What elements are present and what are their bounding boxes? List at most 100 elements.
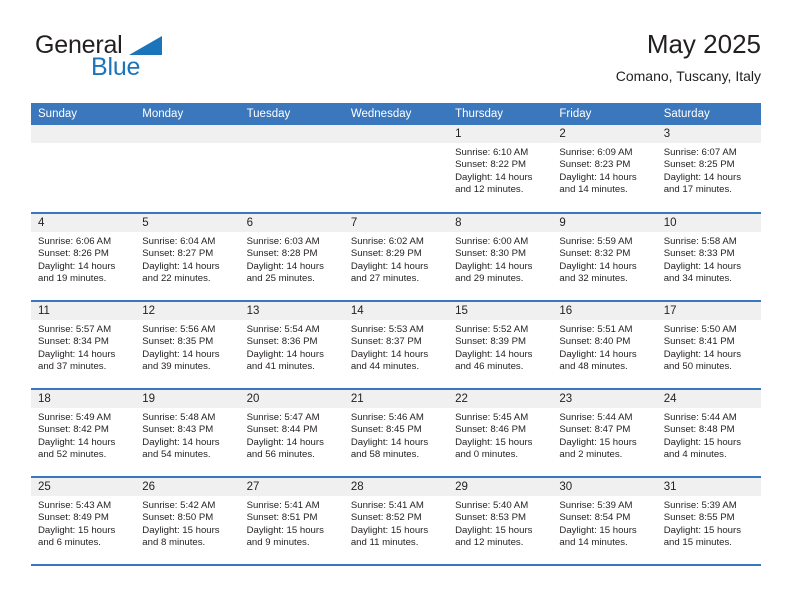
daylight-text-line1: Daylight: 14 hours — [142, 436, 220, 448]
sunset-text: Sunset: 8:32 PM — [559, 248, 631, 260]
calendar-day-cell[interactable]: 26 Sunrise: 5:42 AM Sunset: 8:50 PM Dayligh… — [135, 477, 240, 566]
calendar-cell-inner: 2 Sunrise: 6:09 AM Sunset: 8:23 PM Daylight… — [552, 125, 657, 212]
calendar-day-cell[interactable]: 11 Sunrise: 5:57 AM Sunset: 8:34 PM Dayligh… — [31, 301, 136, 390]
sunset-text: Sunset: 8:22 PM — [455, 159, 527, 171]
calendar-week-row: 25 Sunrise: 5:43 AM Sunset: 8:49 PM Dayligh… — [31, 477, 761, 566]
sunrise-text: Sunrise: 6:09 AM — [559, 147, 633, 158]
daylight-text-line2: and 6 minutes. — [38, 537, 101, 549]
calendar-day-cell[interactable]: 8 Sunrise: 6:00 AM Sunset: 8:30 PM Daylight… — [448, 213, 553, 302]
day-number: 15 — [448, 302, 553, 320]
calendar-day-cell[interactable]: 5 Sunrise: 6:04 AM Sunset: 8:27 PM Daylight… — [135, 213, 240, 302]
day-number: 7 — [343, 214, 449, 232]
sunrise-text: Sunrise: 5:42 AM — [142, 500, 216, 511]
daylight-text-line2: and 41 minutes. — [246, 361, 315, 373]
sunset-text: Sunset: 8:50 PM — [142, 512, 214, 524]
day-details: Sunrise: 5:39 AM Sunset: 8:54 PM Daylight:… — [552, 496, 656, 550]
daylight-text-line1: Daylight: 14 hours — [455, 260, 533, 272]
calendar-day-cell[interactable]: 16 Sunrise: 5:51 AM Sunset: 8:40 PM Dayligh… — [552, 301, 657, 390]
sunset-text: Sunset: 8:34 PM — [38, 336, 109, 348]
calendar-day-cell[interactable]: 31 Sunrise: 5:39 AM Sunset: 8:55 PM Dayligh… — [656, 477, 761, 566]
calendar-day-cell[interactable]: 2 Sunrise: 6:09 AM Sunset: 8:23 PM Daylight… — [552, 125, 657, 214]
day-number — [31, 125, 136, 143]
day-number: 18 — [31, 390, 136, 408]
sunset-text: Sunset: 8:30 PM — [455, 248, 527, 260]
weekday-header-thursday: Thursday — [448, 103, 553, 125]
calendar-day-cell[interactable]: 20 Sunrise: 5:47 AM Sunset: 8:44 PM Dayligh… — [239, 389, 344, 478]
calendar-day-cell[interactable]: 21 Sunrise: 5:46 AM Sunset: 8:45 PM Dayligh… — [343, 389, 449, 478]
daylight-text-line2: and 44 minutes. — [350, 361, 420, 373]
calendar-cell-inner: 4 Sunrise: 6:06 AM Sunset: 8:26 PM Daylight… — [31, 214, 136, 300]
calendar-day-cell[interactable]: 29 Sunrise: 5:40 AM Sunset: 8:53 PM Dayligh… — [448, 477, 553, 566]
sunset-text: Sunset: 8:36 PM — [246, 336, 318, 348]
calendar-day-cell[interactable]: 1 Sunrise: 6:10 AM Sunset: 8:22 PM Daylight… — [448, 125, 553, 214]
daylight-text-line2: and 11 minutes. — [350, 537, 419, 549]
calendar-cell-inner: 22 Sunrise: 5:45 AM Sunset: 8:46 PM Dayligh… — [448, 390, 553, 476]
page-header: General Blue May 2025 Comano, Tuscany, I… — [31, 28, 761, 96]
calendar-cell-inner — [239, 125, 344, 212]
day-number: 2 — [552, 125, 657, 143]
brand-logo[interactable]: General Blue — [31, 32, 271, 92]
day-details: Sunrise: 6:09 AM Sunset: 8:23 PM Daylight:… — [552, 143, 656, 197]
calendar-cell-inner: 20 Sunrise: 5:47 AM Sunset: 8:44 PM Dayligh… — [239, 390, 344, 476]
calendar-day-cell[interactable]: 13 Sunrise: 5:54 AM Sunset: 8:36 PM Dayligh… — [239, 301, 344, 390]
daylight-text-line1: Daylight: 14 hours — [142, 260, 220, 272]
day-details: Sunrise: 5:44 AM Sunset: 8:47 PM Daylight:… — [552, 408, 656, 462]
weekday-header-friday: Friday — [552, 103, 657, 125]
calendar-cell-inner: 8 Sunrise: 6:00 AM Sunset: 8:30 PM Daylight… — [448, 214, 553, 300]
sunset-text: Sunset: 8:27 PM — [142, 248, 214, 260]
day-details: Sunrise: 5:45 AM Sunset: 8:46 PM Daylight:… — [448, 408, 552, 462]
calendar-day-cell[interactable]: 27 Sunrise: 5:41 AM Sunset: 8:51 PM Dayligh… — [239, 477, 344, 566]
weekday-header-tuesday: Tuesday — [239, 103, 344, 125]
sunrise-text: Sunrise: 5:58 AM — [663, 236, 737, 247]
daylight-text-line2: and 9 minutes. — [246, 537, 310, 549]
sunrise-text: Sunrise: 5:39 AM — [663, 500, 737, 511]
day-details: Sunrise: 6:06 AM Sunset: 8:26 PM Daylight:… — [31, 232, 135, 286]
calendar-cell-inner: 15 Sunrise: 5:52 AM Sunset: 8:39 PM Dayligh… — [448, 302, 553, 388]
weekday-header-saturday: Saturday — [656, 103, 761, 125]
calendar-day-cell[interactable]: 24 Sunrise: 5:44 AM Sunset: 8:48 PM Dayligh… — [656, 389, 761, 478]
calendar-week-row: 11 Sunrise: 5:57 AM Sunset: 8:34 PM Dayligh… — [31, 301, 761, 390]
sunset-text: Sunset: 8:44 PM — [246, 424, 318, 436]
sunset-text: Sunset: 8:28 PM — [246, 248, 318, 260]
calendar-day-cell[interactable]: 15 Sunrise: 5:52 AM Sunset: 8:39 PM Dayligh… — [448, 301, 553, 390]
calendar-day-cell[interactable]: 28 Sunrise: 5:41 AM Sunset: 8:52 PM Dayligh… — [343, 477, 449, 566]
calendar-day-cell[interactable]: 17 Sunrise: 5:50 AM Sunset: 8:41 PM Dayligh… — [656, 301, 761, 390]
calendar-cell-inner: 12 Sunrise: 5:56 AM Sunset: 8:35 PM Dayligh… — [135, 302, 240, 388]
daylight-text-line2: and 58 minutes. — [350, 449, 420, 461]
daylight-text-line1: Daylight: 14 hours — [38, 348, 116, 360]
daylight-text-line1: Daylight: 15 hours — [350, 524, 429, 536]
calendar-day-cell[interactable]: 30 Sunrise: 5:39 AM Sunset: 8:54 PM Dayligh… — [552, 477, 657, 566]
sunset-text: Sunset: 8:41 PM — [663, 336, 735, 348]
daylight-text-line1: Daylight: 14 hours — [246, 348, 324, 360]
day-number: 11 — [31, 302, 136, 320]
day-number: 31 — [656, 478, 761, 496]
calendar-cell-empty — [239, 125, 344, 214]
calendar-day-cell[interactable]: 12 Sunrise: 5:56 AM Sunset: 8:35 PM Dayligh… — [135, 301, 240, 390]
calendar-day-cell[interactable]: 6 Sunrise: 6:03 AM Sunset: 8:28 PM Daylight… — [239, 213, 344, 302]
calendar-day-cell[interactable]: 25 Sunrise: 5:43 AM Sunset: 8:49 PM Dayligh… — [31, 477, 136, 566]
sunset-text: Sunset: 8:47 PM — [559, 424, 631, 436]
daylight-text-line1: Daylight: 15 hours — [38, 524, 116, 536]
daylight-text-line1: Daylight: 14 hours — [350, 348, 429, 360]
calendar-day-cell[interactable]: 14 Sunrise: 5:53 AM Sunset: 8:37 PM Dayligh… — [343, 301, 449, 390]
daylight-text-line1: Daylight: 14 hours — [38, 260, 116, 272]
calendar-day-cell[interactable]: 18 Sunrise: 5:49 AM Sunset: 8:42 PM Dayligh… — [31, 389, 136, 478]
calendar-cell-empty — [31, 125, 136, 214]
sunrise-text: Sunrise: 5:56 AM — [142, 324, 216, 335]
calendar-cell-inner: 18 Sunrise: 5:49 AM Sunset: 8:42 PM Dayligh… — [31, 390, 136, 476]
calendar-day-cell[interactable]: 7 Sunrise: 6:02 AM Sunset: 8:29 PM Daylight… — [343, 213, 449, 302]
calendar-day-cell[interactable]: 3 Sunrise: 6:07 AM Sunset: 8:25 PM Daylight… — [656, 125, 761, 214]
calendar-day-cell[interactable]: 9 Sunrise: 5:59 AM Sunset: 8:32 PM Daylight… — [552, 213, 657, 302]
day-number: 14 — [343, 302, 449, 320]
calendar-day-cell[interactable]: 10 Sunrise: 5:58 AM Sunset: 8:33 PM Dayligh… — [656, 213, 761, 302]
daylight-text-line1: Daylight: 14 hours — [350, 436, 429, 448]
calendar-day-cell[interactable]: 22 Sunrise: 5:45 AM Sunset: 8:46 PM Dayligh… — [448, 389, 553, 478]
day-details: Sunrise: 5:54 AM Sunset: 8:36 PM Daylight:… — [240, 320, 344, 374]
calendar-day-cell[interactable]: 23 Sunrise: 5:44 AM Sunset: 8:47 PM Dayligh… — [552, 389, 657, 478]
calendar-day-cell[interactable]: 19 Sunrise: 5:48 AM Sunset: 8:43 PM Dayligh… — [135, 389, 240, 478]
day-number: 5 — [135, 214, 240, 232]
sunrise-text: Sunrise: 5:41 AM — [246, 500, 320, 511]
day-details: Sunrise: 5:52 AM Sunset: 8:39 PM Daylight:… — [448, 320, 552, 374]
calendar-day-cell[interactable]: 4 Sunrise: 6:06 AM Sunset: 8:26 PM Daylight… — [31, 213, 136, 302]
calendar-cell-inner: 1 Sunrise: 6:10 AM Sunset: 8:22 PM Daylight… — [448, 125, 553, 212]
